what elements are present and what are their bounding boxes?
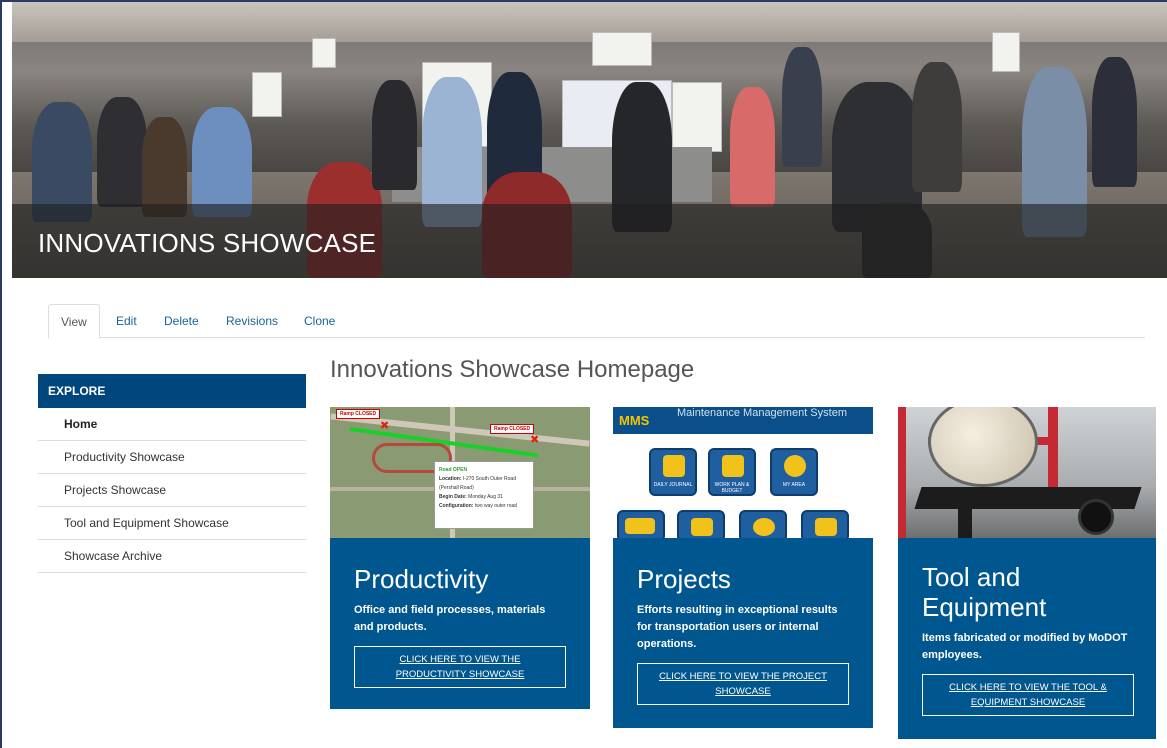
hero-person	[97, 97, 147, 207]
hero-person	[142, 117, 187, 217]
projects-thumbnail[interactable]: MMS Maintenance Management System DAILY …	[613, 407, 873, 538]
hero-person	[372, 80, 417, 190]
page-title: Innovations Showcase Homepage	[330, 356, 695, 383]
sidebar-heading: EXPLORE	[38, 374, 306, 408]
closure-marker-icon: ✖	[380, 420, 390, 432]
hero-board	[312, 38, 336, 68]
sidebar-item-showcase-archive[interactable]: Showcase Archive	[38, 540, 306, 573]
work-plan-budget-tile: WORK PLAN & BUDGET	[708, 448, 756, 496]
daily-journal-tile: DAILY JOURNAL	[649, 448, 697, 496]
hero-board	[672, 82, 722, 152]
journal-icon	[663, 455, 685, 477]
tag-tile	[739, 510, 787, 538]
tool-equipment-panel: Tool and Equipment Items fabricated or m…	[898, 538, 1156, 739]
tag-icon	[753, 518, 775, 536]
tool-equipment-card: Tool and Equipment Items fabricated or m…	[898, 407, 1156, 739]
map-tag-ramp-closed-right: Ramp CLOSED	[490, 424, 535, 434]
popup-location: Location: I-270 South Outer Road (Persha…	[439, 476, 516, 491]
tab-revisions[interactable]: Revisions	[214, 304, 290, 338]
projects-card: MMS Maintenance Management System DAILY …	[613, 407, 873, 728]
view-project-showcase-button[interactable]: CLICK HERE TO VIEW THE PROJECT SHOWCASE	[637, 663, 849, 705]
hero-board	[992, 32, 1020, 72]
local-tasks-tabs: View Edit Delete Revisions Clone	[48, 304, 1145, 339]
productivity-card: Ramp CLOSED Ramp CLOSED ✖ ✖ Road OPEN Lo…	[330, 407, 590, 709]
equipment-trailer-image	[898, 407, 1156, 538]
productivity-description: Office and field processes, materials an…	[354, 604, 546, 633]
location-pin-icon	[784, 455, 806, 477]
hero-person	[730, 87, 775, 207]
trailer-wheel	[1078, 499, 1114, 535]
closure-marker-icon: ✖	[530, 434, 540, 446]
sidebar-item-tool-and-equipment-showcase[interactable]: Tool and Equipment Showcase	[38, 507, 306, 540]
tool-equipment-description: Items fabricated or modified by MoDOT em…	[922, 632, 1128, 661]
hero-banner: INNOVATIONS SHOWCASE	[12, 2, 1167, 278]
tool-equipment-title: Tool and Equipment	[922, 562, 1047, 622]
trailer-frame	[1048, 407, 1058, 497]
popup-status: Road OPEN	[439, 467, 468, 473]
trailer-frame	[898, 407, 906, 538]
projects-panel: Projects Efforts resulting in exceptiona…	[613, 538, 873, 728]
tab-view[interactable]: View	[48, 304, 100, 339]
view-tool-equipment-showcase-button[interactable]: CLICK HERE TO VIEW THE TOOL & EQUIPMENT …	[922, 674, 1134, 716]
productivity-title: Productivity	[354, 564, 489, 594]
hero-person	[782, 47, 822, 167]
productivity-thumbnail[interactable]: Ramp CLOSED Ramp CLOSED ✖ ✖ Road OPEN Lo…	[330, 407, 590, 538]
hero-title: INNOVATIONS SHOWCASE	[38, 228, 377, 258]
hero-board	[592, 32, 652, 66]
sidebar-item-home[interactable]: Home	[38, 408, 306, 441]
tab-delete[interactable]: Delete	[152, 304, 211, 338]
projects-title: Projects	[637, 564, 731, 594]
productivity-panel: Productivity Office and field processes,…	[330, 538, 590, 709]
my-area-tile: MY AREA	[770, 448, 818, 496]
sidebar-item-productivity-showcase[interactable]: Productivity Showcase	[38, 441, 306, 474]
map-tag-ramp-closed-left: Ramp CLOSED	[336, 409, 381, 419]
hero-board	[252, 72, 282, 117]
hero-person	[192, 107, 252, 217]
sidebar-item-projects-showcase[interactable]: Projects Showcase	[38, 474, 306, 507]
hero-person	[912, 62, 962, 192]
clipboard-icon	[722, 455, 744, 477]
tab-clone[interactable]: Clone	[292, 304, 347, 338]
map-info-popup: Road OPEN Location: I-270 South Outer Ro…	[434, 461, 534, 529]
popup-begin-date: Begin Date: Monday Aug 31	[439, 494, 503, 500]
mms-app-image: MMS Maintenance Management System DAILY …	[613, 407, 873, 538]
truck-tile	[617, 510, 665, 538]
hero-person	[1092, 57, 1137, 187]
tab-edit[interactable]: Edit	[104, 304, 149, 338]
projects-description: Efforts resulting in exceptional results…	[637, 604, 838, 650]
road-icon	[815, 518, 837, 536]
explore-sidebar: EXPLORE Home Productivity Showcase Proje…	[38, 374, 306, 573]
truck-icon	[625, 518, 655, 534]
view-productivity-showcase-button[interactable]: CLICK HERE TO VIEW THE PRODUCTIVITY SHOW…	[354, 646, 566, 688]
mms-header-text: Maintenance Management System	[677, 407, 847, 419]
road-map-image: Ramp CLOSED Ramp CLOSED ✖ ✖ Road OPEN Lo…	[330, 407, 590, 538]
mixer-drum	[928, 407, 1038, 487]
search-icon	[691, 518, 713, 536]
tool-equipment-thumbnail[interactable]	[898, 407, 1156, 538]
mms-logo: MMS	[619, 413, 650, 428]
road-tile	[801, 510, 849, 538]
search-tile	[677, 510, 725, 538]
trailer-leg	[958, 507, 972, 538]
popup-configuration: Configuration: two way outer road	[439, 503, 518, 509]
